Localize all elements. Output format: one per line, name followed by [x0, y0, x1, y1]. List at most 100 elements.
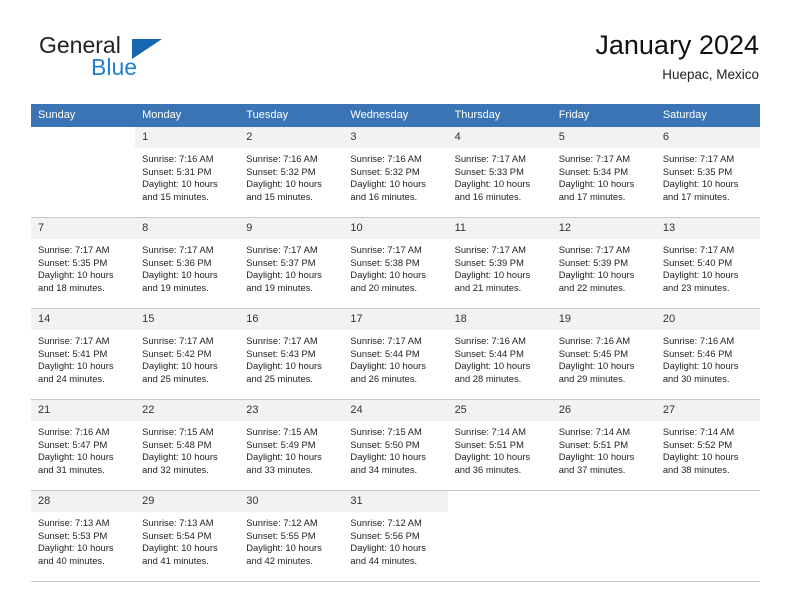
sunrise-text: Sunrise: 7:16 AM	[142, 153, 214, 164]
calendar-day-cell[interactable]: 13 Sunrise: 7:17 AM Sunset: 5:40 PM Dayligh…	[655, 217, 760, 309]
day-details: Sunrise: 7:17 AM Sunset: 5:44 PM Daylight:…	[343, 330, 447, 385]
calendar-day-cell[interactable]: 6 Sunrise: 7:17 AM Sunset: 5:35 PM Daylight…	[655, 127, 760, 218]
day-details: Sunrise: 7:14 AM Sunset: 5:52 PM Daylight:…	[656, 421, 760, 476]
calendar-body: 1 Sunrise: 7:16 AM Sunset: 5:31 PM Daylight…	[31, 127, 760, 582]
daylight-text: and 31 minutes.	[38, 463, 105, 475]
weekday-header-saturday: Saturday	[655, 104, 760, 127]
daylight-text: Daylight: 10 hours	[38, 451, 114, 463]
daylight-text: Daylight: 10 hours	[350, 451, 426, 463]
day-number: 11	[447, 218, 552, 239]
daylight-text: and 29 minutes.	[558, 372, 626, 384]
day-number: 25	[447, 400, 552, 421]
day-number: 21	[31, 400, 136, 421]
sunrise-text: Sunrise: 7:16 AM	[38, 426, 110, 437]
calendar-day-cell[interactable]: 8 Sunrise: 7:17 AM Sunset: 5:36 PM Daylight…	[135, 217, 240, 309]
calendar-week-row: 1 Sunrise: 7:16 AM Sunset: 5:31 PM Daylight…	[31, 127, 760, 218]
sunset-text: Sunset: 5:56 PM	[350, 529, 420, 541]
day-number: 2	[239, 127, 344, 148]
sunset-text: Sunset: 5:53 PM	[38, 529, 108, 541]
daylight-text: Daylight: 10 hours	[246, 542, 322, 554]
calendar-day-cell[interactable]: 25 Sunrise: 7:14 AM Sunset: 5:51 PM Dayligh…	[447, 399, 552, 491]
calendar-day-cell[interactable]: 22 Sunrise: 7:15 AM Sunset: 5:48 PM Dayligh…	[135, 399, 240, 491]
day-number: 16	[239, 309, 344, 330]
calendar-day-cell[interactable]: 15 Sunrise: 7:17 AM Sunset: 5:42 PM Dayligh…	[135, 308, 240, 400]
day-details: Sunrise: 7:16 AM Sunset: 5:32 PM Daylight:…	[239, 148, 343, 203]
day-details: Sunrise: 7:12 AM Sunset: 5:56 PM Daylight:…	[343, 512, 447, 567]
day-details: Sunrise: 7:14 AM Sunset: 5:51 PM Daylight:…	[448, 421, 552, 476]
calendar-day-cell[interactable]: 21 Sunrise: 7:16 AM Sunset: 5:47 PM Dayligh…	[31, 399, 136, 491]
day-details: Sunrise: 7:15 AM Sunset: 5:50 PM Daylight:…	[343, 421, 447, 476]
daylight-text: Daylight: 10 hours	[350, 178, 426, 190]
daylight-text: and 15 minutes.	[142, 190, 209, 202]
calendar-day-cell[interactable]: 12 Sunrise: 7:17 AM Sunset: 5:39 PM Dayligh…	[551, 217, 656, 309]
logo-text-blue: Blue	[91, 54, 138, 80]
sunset-text: Sunset: 5:47 PM	[38, 438, 108, 450]
day-details: Sunrise: 7:15 AM Sunset: 5:48 PM Daylight:…	[135, 421, 239, 476]
calendar-week-row: 7 Sunrise: 7:17 AM Sunset: 5:35 PM Daylight…	[31, 217, 760, 309]
calendar-day-cell[interactable]: 11 Sunrise: 7:17 AM Sunset: 5:39 PM Dayligh…	[447, 217, 552, 309]
daylight-text: and 28 minutes.	[454, 372, 522, 384]
daylight-text: Daylight: 10 hours	[142, 269, 218, 281]
daylight-text: Daylight: 10 hours	[350, 269, 426, 281]
weekday-header-row: Sunday Monday Tuesday Wednesday Thursday…	[31, 104, 760, 127]
calendar-day-cell[interactable]: 18 Sunrise: 7:16 AM Sunset: 5:44 PM Dayligh…	[447, 308, 552, 400]
daylight-text: Daylight: 10 hours	[38, 269, 114, 281]
calendar-day-cell[interactable]: 4 Sunrise: 7:17 AM Sunset: 5:33 PM Daylight…	[447, 127, 552, 218]
sunset-text: Sunset: 5:36 PM	[142, 256, 212, 268]
day-number: 29	[135, 491, 240, 512]
daylight-text: Daylight: 10 hours	[142, 542, 218, 554]
calendar-day-cell[interactable]: 7 Sunrise: 7:17 AM Sunset: 5:35 PM Daylight…	[31, 217, 136, 309]
calendar-day-cell[interactable]: 9 Sunrise: 7:17 AM Sunset: 5:37 PM Daylight…	[239, 217, 344, 309]
sunset-text: Sunset: 5:34 PM	[558, 165, 629, 177]
daylight-text: and 19 minutes.	[142, 281, 209, 293]
day-number: 28	[31, 491, 136, 512]
calendar-day-cell[interactable]: 27 Sunrise: 7:14 AM Sunset: 5:52 PM Dayligh…	[655, 399, 760, 491]
daylight-text: Daylight: 10 hours	[454, 451, 531, 463]
calendar-day-cell[interactable]: 5 Sunrise: 7:17 AM Sunset: 5:34 PM Daylight…	[551, 127, 656, 218]
calendar-day-cell[interactable]: 16 Sunrise: 7:17 AM Sunset: 5:43 PM Dayligh…	[239, 308, 344, 400]
calendar-day-cell-empty	[447, 490, 552, 582]
calendar-day-cell[interactable]: 14 Sunrise: 7:17 AM Sunset: 5:41 PM Dayligh…	[31, 308, 136, 400]
calendar-day-cell[interactable]: 10 Sunrise: 7:17 AM Sunset: 5:38 PM Dayligh…	[343, 217, 448, 309]
calendar-day-cell[interactable]: 20 Sunrise: 7:16 AM Sunset: 5:46 PM Dayligh…	[655, 308, 760, 400]
daylight-text: and 30 minutes.	[662, 372, 730, 384]
sunrise-text: Sunrise: 7:17 AM	[350, 335, 422, 346]
calendar-day-cell[interactable]: 28 Sunrise: 7:13 AM Sunset: 5:53 PM Dayligh…	[31, 490, 136, 582]
day-number: 5	[551, 127, 656, 148]
sunset-text: Sunset: 5:52 PM	[662, 438, 733, 450]
day-details: Sunrise: 7:16 AM Sunset: 5:46 PM Daylight:…	[656, 330, 760, 385]
sunset-text: Sunset: 5:50 PM	[350, 438, 420, 450]
sunset-text: Sunset: 5:45 PM	[558, 347, 629, 359]
day-details: Sunrise: 7:17 AM Sunset: 5:33 PM Daylight:…	[448, 148, 552, 203]
calendar-day-cell[interactable]: 2 Sunrise: 7:16 AM Sunset: 5:32 PM Daylight…	[239, 127, 344, 218]
calendar-day-cell[interactable]: 30 Sunrise: 7:12 AM Sunset: 5:55 PM Dayligh…	[239, 490, 344, 582]
day-details: Sunrise: 7:17 AM Sunset: 5:43 PM Daylight:…	[239, 330, 343, 385]
calendar-day-cell[interactable]: 1 Sunrise: 7:16 AM Sunset: 5:31 PM Daylight…	[135, 127, 240, 218]
sunrise-text: Sunrise: 7:17 AM	[662, 244, 735, 255]
calendar-day-cell[interactable]: 17 Sunrise: 7:17 AM Sunset: 5:44 PM Dayligh…	[343, 308, 448, 400]
day-details: Sunrise: 7:17 AM Sunset: 5:34 PM Daylight:…	[552, 148, 656, 203]
calendar-day-cell[interactable]: 29 Sunrise: 7:13 AM Sunset: 5:54 PM Dayligh…	[135, 490, 240, 582]
day-number: 6	[655, 127, 760, 148]
sunrise-text: Sunrise: 7:16 AM	[454, 335, 526, 346]
weekday-header-thursday: Thursday	[447, 104, 552, 127]
sunrise-text: Sunrise: 7:12 AM	[246, 517, 318, 528]
sunset-text: Sunset: 5:48 PM	[142, 438, 212, 450]
daylight-text: and 37 minutes.	[558, 463, 626, 475]
day-number: 31	[343, 491, 448, 512]
calendar-week-row: 14 Sunrise: 7:17 AM Sunset: 5:41 PM Dayligh…	[31, 308, 760, 400]
daylight-text: Daylight: 10 hours	[558, 360, 635, 372]
daylight-text: and 19 minutes.	[246, 281, 313, 293]
sunset-text: Sunset: 5:43 PM	[246, 347, 316, 359]
calendar-day-cell[interactable]: 3 Sunrise: 7:16 AM Sunset: 5:32 PM Daylight…	[343, 127, 448, 218]
calendar-day-cell[interactable]: 19 Sunrise: 7:16 AM Sunset: 5:45 PM Dayligh…	[551, 308, 656, 400]
daylight-text: Daylight: 10 hours	[350, 542, 426, 554]
sunset-text: Sunset: 5:51 PM	[454, 438, 524, 450]
calendar-day-cell[interactable]: 26 Sunrise: 7:14 AM Sunset: 5:51 PM Dayligh…	[551, 399, 656, 491]
calendar-day-cell[interactable]: 23 Sunrise: 7:15 AM Sunset: 5:49 PM Dayligh…	[239, 399, 344, 491]
day-number: 12	[551, 218, 656, 239]
general-blue-logo[interactable]: General Blue	[31, 32, 251, 88]
calendar-day-cell[interactable]: 31 Sunrise: 7:12 AM Sunset: 5:56 PM Dayligh…	[343, 490, 448, 582]
calendar-day-cell[interactable]: 24 Sunrise: 7:15 AM Sunset: 5:50 PM Dayligh…	[343, 399, 448, 491]
day-details: Sunrise: 7:17 AM Sunset: 5:38 PM Daylight:…	[343, 239, 447, 294]
